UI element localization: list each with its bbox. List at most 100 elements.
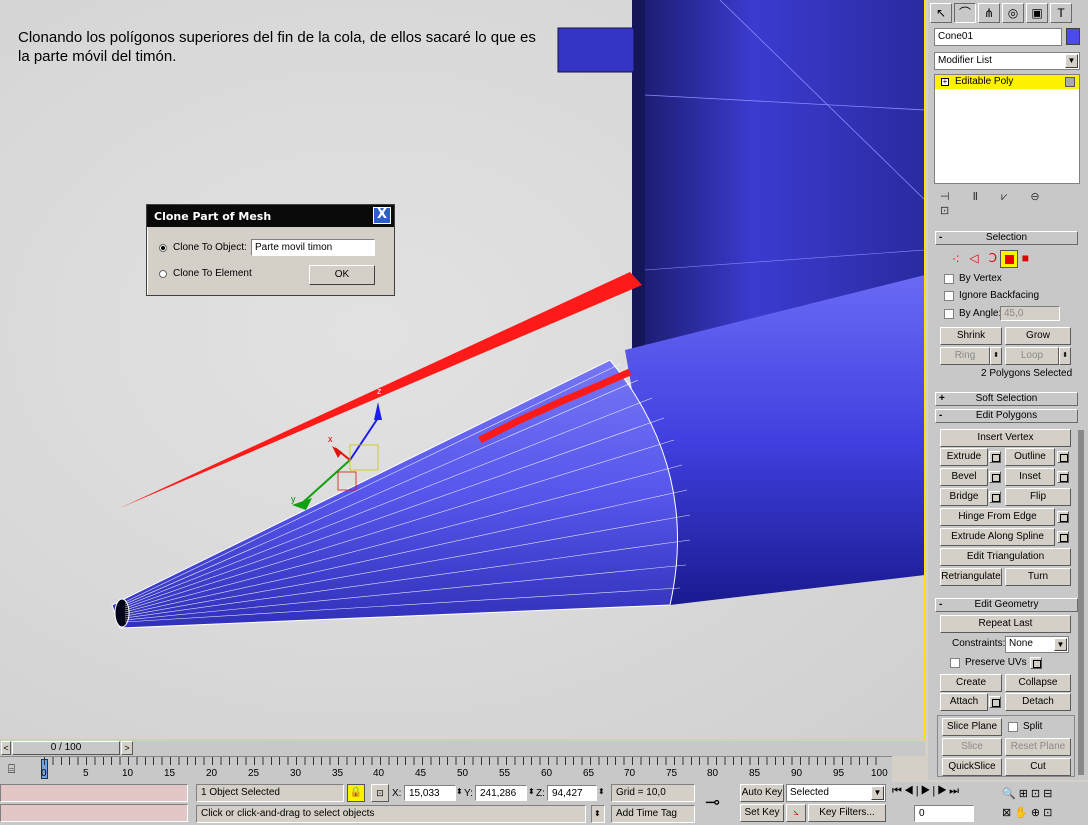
create-button[interactable]: Create bbox=[940, 674, 1002, 692]
shrink-button[interactable]: Shrink bbox=[940, 327, 1002, 345]
detach-button[interactable]: Detach bbox=[1005, 693, 1071, 711]
reset-plane-button[interactable]: Reset Plane bbox=[1005, 738, 1071, 756]
current-frame-field[interactable]: 0 bbox=[914, 805, 974, 822]
bevel-button[interactable]: Bevel bbox=[940, 468, 988, 486]
create-tab-icon[interactable]: ↖ bbox=[930, 3, 952, 23]
radio-element[interactable] bbox=[159, 269, 167, 278]
radio-object[interactable] bbox=[159, 243, 167, 252]
outline-button[interactable]: Outline bbox=[1005, 448, 1055, 466]
ring-spinner-icon[interactable]: ⬍ bbox=[990, 347, 1002, 365]
attach-settings-icon[interactable] bbox=[989, 696, 1001, 708]
cut-button[interactable]: Cut bbox=[1005, 758, 1071, 776]
loop-button[interactable]: Loop bbox=[1005, 347, 1059, 365]
zoom-all-icon[interactable]: ⊞ bbox=[1019, 788, 1031, 800]
zoom-extents-all-icon[interactable]: ⊟ bbox=[1043, 788, 1055, 800]
track-bar[interactable]: ⌸ 0 5 10 15 20 25 30 35 40 45 50 55 60 6… bbox=[0, 756, 892, 782]
grow-button[interactable]: Grow bbox=[1005, 327, 1071, 345]
bevel-settings-icon[interactable] bbox=[989, 471, 1001, 483]
y-coordinate-field[interactable]: 241,286 bbox=[475, 785, 527, 801]
time-slider[interactable]: < 0 / 100 > bbox=[0, 741, 925, 756]
bridge-settings-icon[interactable] bbox=[989, 491, 1001, 503]
ignore-backfacing-checkbox[interactable] bbox=[944, 291, 954, 301]
object-color-swatch[interactable] bbox=[1066, 28, 1080, 45]
edit-triangulation-button[interactable]: Edit Triangulation bbox=[940, 548, 1071, 566]
object-name-field[interactable]: Cone01 bbox=[934, 28, 1062, 46]
modify-tab-icon[interactable]: ⌒ bbox=[954, 3, 976, 23]
lock-selection-icon[interactable]: 🔒 bbox=[347, 784, 365, 802]
angle-spinner[interactable]: 45,0 bbox=[1000, 306, 1060, 321]
hierarchy-tab-icon[interactable]: ⋔ bbox=[978, 3, 1000, 23]
prev-frame-icon[interactable]: < bbox=[1, 741, 11, 755]
playback-controls[interactable]: ⏮◀|▶|▶⏭ bbox=[892, 785, 984, 802]
orbit-icon[interactable]: ⊕ bbox=[1031, 807, 1043, 819]
goto-start-icon[interactable]: ⏮ bbox=[892, 785, 904, 797]
by-vertex-checkbox[interactable] bbox=[944, 274, 954, 284]
subobject-icons[interactable]: ·: ◁ Ↄ ■ bbox=[952, 250, 1062, 268]
modifier-list-dropdown[interactable]: Modifier List ▼ bbox=[934, 52, 1080, 70]
track-bar-menu-icon[interactable]: ⌸ bbox=[8, 762, 15, 777]
stack-item-editable-poly[interactable]: + Editable Poly bbox=[935, 75, 1079, 89]
z-spinner-icon[interactable]: ⬍ bbox=[598, 787, 605, 796]
key-icon[interactable]: ⊸ bbox=[705, 792, 720, 813]
modifier-stack[interactable]: + Editable Poly bbox=[934, 74, 1080, 184]
key-filters-button[interactable]: Key Filters... bbox=[808, 804, 886, 822]
maxscript-listener[interactable] bbox=[0, 784, 188, 802]
collapse-button[interactable]: Collapse bbox=[1005, 674, 1071, 692]
clone-to-object-option[interactable]: Clone To Object: bbox=[159, 242, 247, 253]
close-icon[interactable]: X bbox=[373, 207, 391, 224]
viewport-navigation[interactable]: 🔍⊞⊡⊟ ⊠✋⊕⊡ bbox=[1002, 785, 1086, 823]
quickslice-button[interactable]: QuickSlice bbox=[942, 758, 1002, 776]
clone-to-element-option[interactable]: Clone To Element bbox=[159, 268, 252, 279]
preserve-uvs-checkbox[interactable] bbox=[950, 658, 960, 668]
extrude-button[interactable]: Extrude bbox=[940, 448, 988, 466]
absolute-mode-icon[interactable]: ⊡ bbox=[371, 784, 389, 802]
zoom-icon[interactable]: 🔍 bbox=[1002, 788, 1019, 800]
flip-button[interactable]: Flip bbox=[1005, 488, 1071, 506]
pan-icon[interactable]: ✋ bbox=[1014, 807, 1031, 819]
slice-button[interactable]: Slice bbox=[942, 738, 1002, 756]
stack-tools-icons[interactable]: ⊣ Ⅱ ⩗ ⊖ ⊡ bbox=[940, 190, 1080, 217]
edge-icon[interactable]: ◁ bbox=[969, 251, 978, 265]
maxscript-output[interactable] bbox=[0, 804, 188, 822]
hinge-settings-icon[interactable] bbox=[1057, 511, 1069, 523]
element-icon[interactable]: ■ bbox=[1022, 251, 1029, 265]
prev-key-icon[interactable]: ◀| bbox=[904, 785, 921, 797]
expand-icon[interactable]: + bbox=[941, 78, 949, 86]
by-angle-checkbox[interactable] bbox=[944, 309, 954, 319]
extrude-spline-settings-icon[interactable] bbox=[1057, 531, 1069, 543]
utilities-tab-icon[interactable]: T bbox=[1050, 3, 1072, 23]
border-icon[interactable]: Ↄ bbox=[989, 251, 997, 265]
set-key-button[interactable]: Set Key bbox=[740, 804, 784, 822]
edit-geometry-rollout-header[interactable]: - Edit Geometry bbox=[935, 598, 1078, 612]
zoom-extents-icon[interactable]: ⊡ bbox=[1031, 788, 1043, 800]
key-mode-dropdown[interactable]: Selected ▼ bbox=[786, 784, 886, 802]
inset-button[interactable]: Inset bbox=[1005, 468, 1055, 486]
preserve-uvs-settings-icon[interactable] bbox=[1030, 657, 1042, 669]
turn-button[interactable]: Turn bbox=[1005, 568, 1071, 586]
bridge-button[interactable]: Bridge bbox=[940, 488, 988, 506]
x-spinner-icon[interactable]: ⬍ bbox=[456, 787, 463, 796]
auto-key-button[interactable]: Auto Key bbox=[740, 784, 784, 802]
next-key-icon[interactable]: |▶ bbox=[932, 785, 949, 797]
vertex-icon[interactable]: ·: bbox=[952, 251, 959, 265]
split-checkbox[interactable] bbox=[1008, 722, 1018, 732]
time-slider-thumb[interactable]: 0 / 100 bbox=[12, 741, 120, 755]
y-spinner-icon[interactable]: ⬍ bbox=[528, 787, 535, 796]
maximize-viewport-icon[interactable]: ⊡ bbox=[1043, 807, 1055, 819]
inset-settings-icon[interactable] bbox=[1057, 471, 1069, 483]
toggle-modifier-icon[interactable] bbox=[1065, 77, 1075, 87]
perspective-viewport[interactable]: z x y Clonando los polígonos superiores … bbox=[0, 0, 925, 740]
add-time-tag[interactable]: Add Time Tag bbox=[611, 805, 695, 823]
region-zoom-icon[interactable]: ⊠ bbox=[1002, 807, 1014, 819]
outline-settings-icon[interactable] bbox=[1057, 451, 1069, 463]
loop-spinner-icon[interactable]: ⬍ bbox=[1059, 347, 1071, 365]
key-tangent-icon[interactable]: ⦣ bbox=[786, 804, 806, 822]
extrude-along-spline-button[interactable]: Extrude Along Spline bbox=[940, 528, 1055, 546]
polygon-icon[interactable] bbox=[1000, 250, 1019, 268]
motion-tab-icon[interactable]: ◎ bbox=[1002, 3, 1024, 23]
edit-polygons-rollout-header[interactable]: - Edit Polygons bbox=[935, 409, 1078, 423]
display-tab-icon[interactable]: ▣ bbox=[1026, 3, 1048, 23]
retriangulate-button[interactable]: Retriangulate bbox=[940, 568, 1002, 586]
z-coordinate-field[interactable]: 94,427 bbox=[547, 785, 597, 801]
object-name-input[interactable]: Parte movil timon bbox=[251, 239, 375, 256]
